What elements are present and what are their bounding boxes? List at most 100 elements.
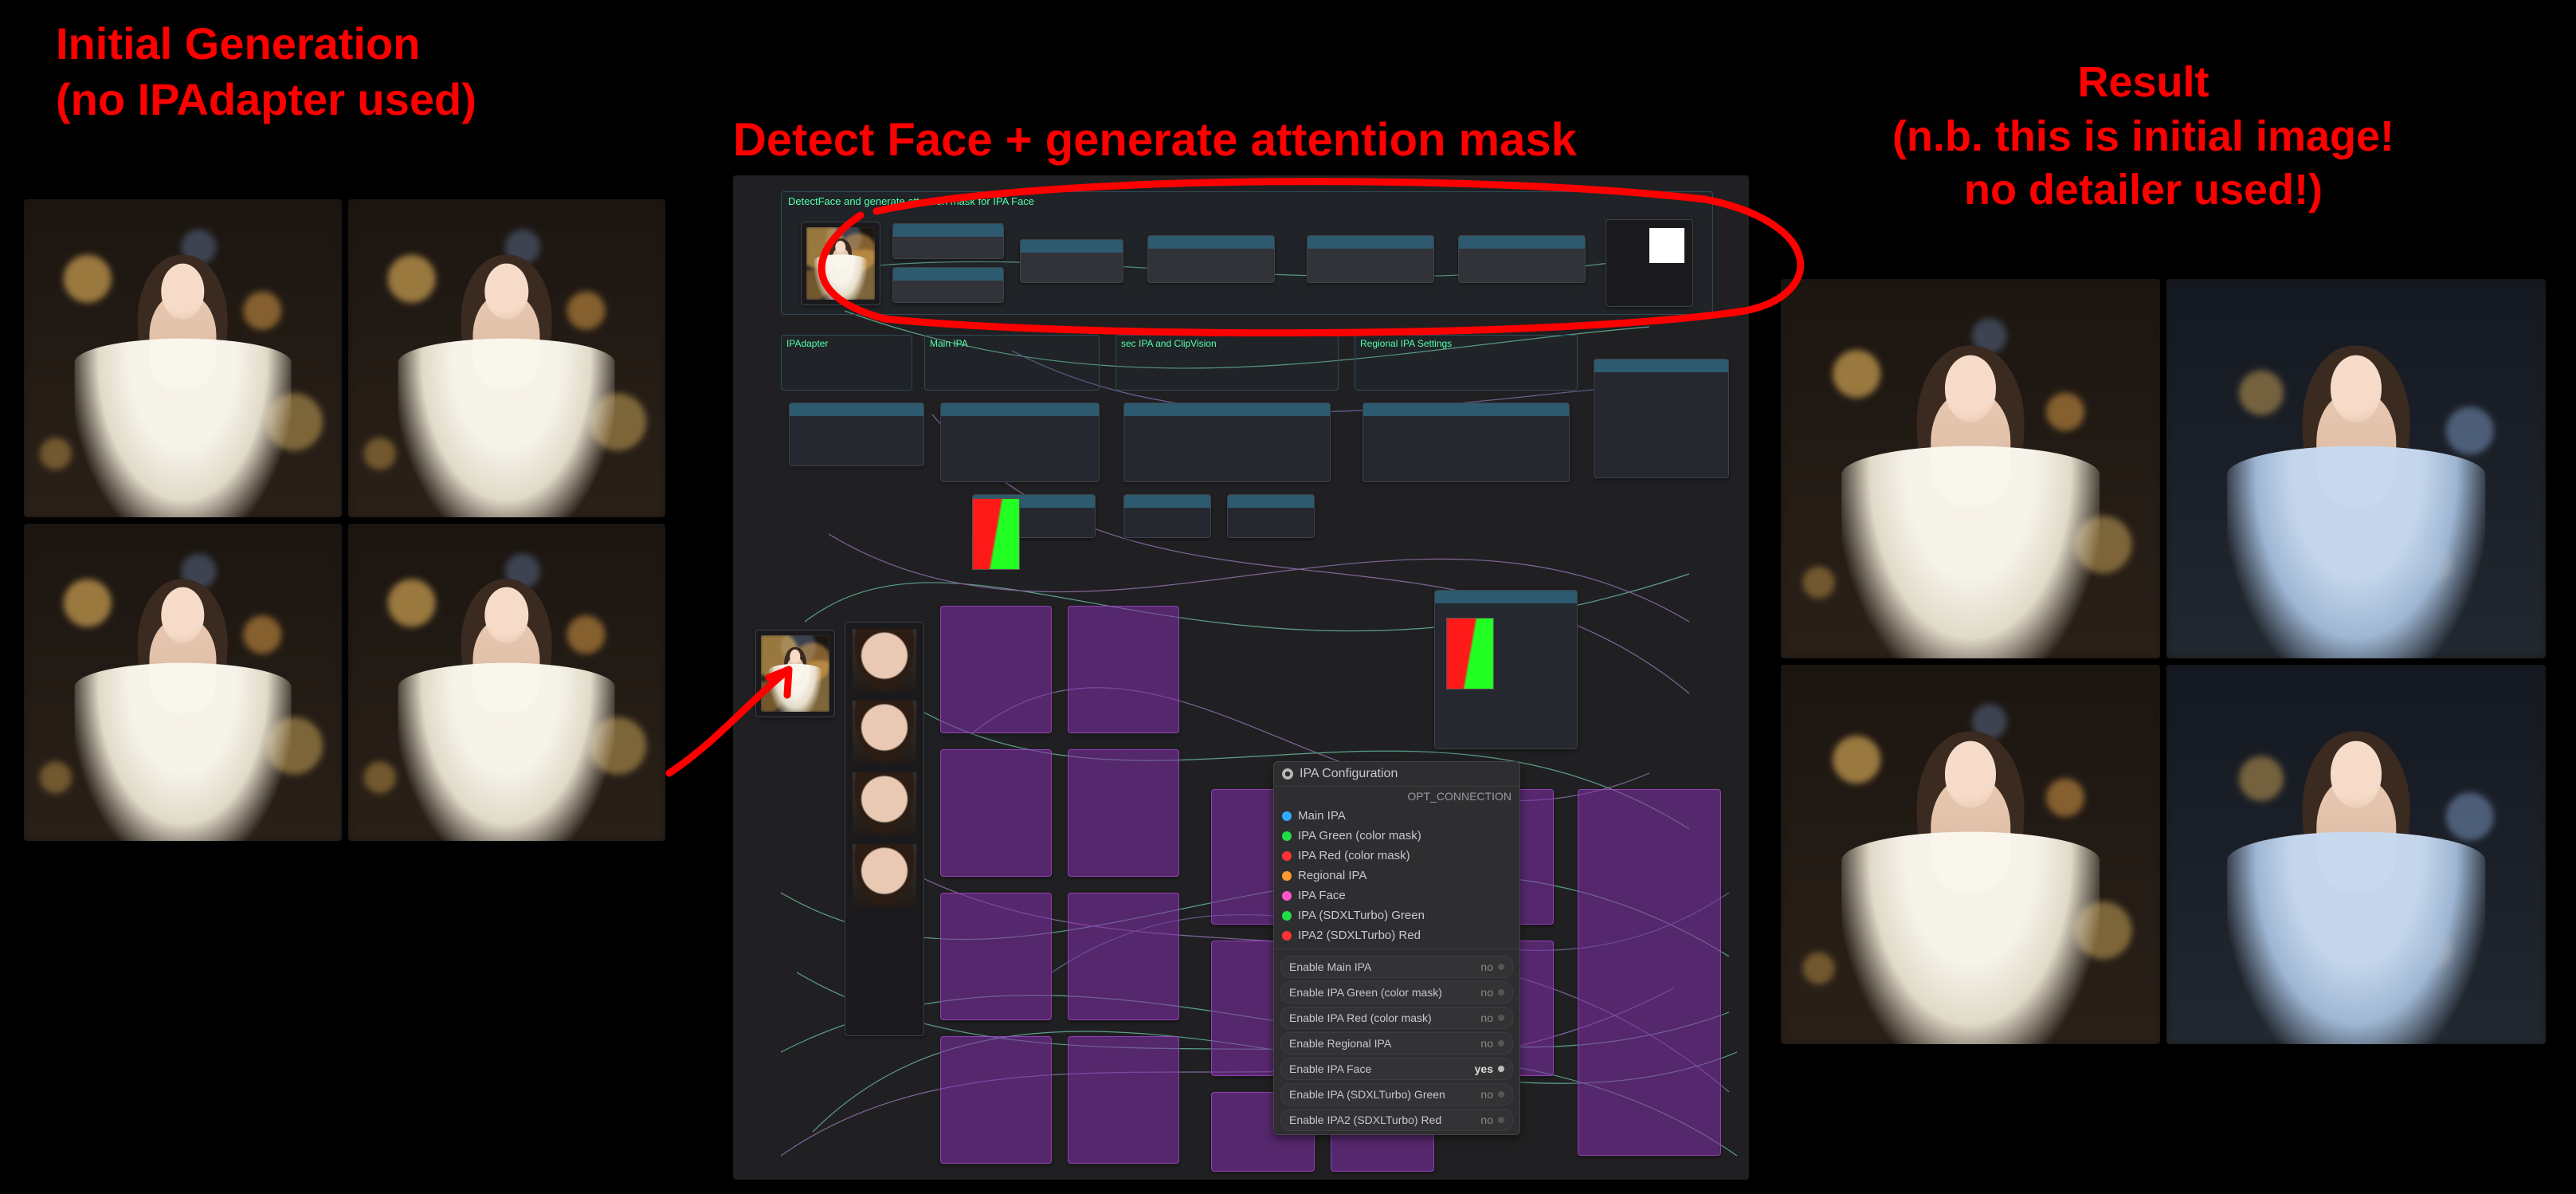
mask-preview-square xyxy=(1649,228,1684,263)
ipa-toggle-indicator xyxy=(1498,1091,1504,1098)
initial-image-1 xyxy=(24,199,342,517)
initial-image-2 xyxy=(348,199,666,517)
ipa-item-color-dot xyxy=(1282,911,1292,921)
node-generic-3[interactable] xyxy=(1020,239,1123,283)
ipa-item-6[interactable]: IPA2 (SDXLTurbo) Red xyxy=(1274,925,1519,945)
node-purple-tall[interactable] xyxy=(1578,789,1721,1156)
node-purple-4[interactable] xyxy=(1068,749,1179,877)
node-mask-preview[interactable] xyxy=(1606,219,1693,307)
result-image-4 xyxy=(2166,665,2546,1044)
group-main-ipa-title: Main IPA xyxy=(930,338,968,349)
ipa-toggle-5[interactable]: Enable IPA (SDXLTurbo) Greenno xyxy=(1280,1083,1513,1106)
group-regional-ipa-title: Regional IPA Settings xyxy=(1360,338,1452,349)
node-row2-4[interactable] xyxy=(1362,403,1570,482)
ipa-item-color-dot xyxy=(1282,851,1292,861)
face-thumb-4[interactable] xyxy=(853,844,916,908)
node-generic-6[interactable] xyxy=(1458,235,1586,283)
node-purple-5[interactable] xyxy=(940,893,1052,1020)
ipa-toggle-value: no xyxy=(1480,986,1493,999)
node-graph-canvas[interactable]: DetectFace and generate attention mask f… xyxy=(733,175,1749,1180)
ipa-item-3[interactable]: Regional IPA xyxy=(1274,866,1519,886)
result-image-3 xyxy=(1781,665,2160,1044)
node-row2-3[interactable] xyxy=(1123,403,1331,482)
result-grid xyxy=(1781,279,2546,1044)
ipa-toggle-0[interactable]: Enable Main IPAno xyxy=(1280,956,1513,978)
group-detect-face-title: DetectFace and generate attention mask f… xyxy=(788,195,1034,207)
ipa-item-color-dot xyxy=(1282,891,1292,901)
node-generic-5[interactable] xyxy=(1307,235,1434,283)
ipa-toggle-indicator xyxy=(1498,1040,1504,1047)
result-image-1 xyxy=(1781,279,2160,658)
group-sec-ipa-title: sec IPA and ClipVision xyxy=(1121,338,1217,349)
face-thumb-1[interactable] xyxy=(853,629,916,693)
ipa-toggle-3[interactable]: Enable Regional IPAno xyxy=(1280,1032,1513,1055)
ipa-toggle-label: Enable IPA Red (color mask) xyxy=(1289,1011,1480,1024)
node-purple-3[interactable] xyxy=(940,749,1052,877)
node-row3-2[interactable] xyxy=(1123,494,1211,538)
node-purple-6[interactable] xyxy=(1068,893,1179,1020)
initial-image-4 xyxy=(348,524,666,842)
ipa-config-title: IPA Configuration xyxy=(1300,767,1398,781)
ipa-toggle-6[interactable]: Enable IPA2 (SDXLTurbo) Redno xyxy=(1280,1109,1513,1131)
face-thumb-3[interactable] xyxy=(853,772,916,836)
ipa-item-4[interactable]: IPA Face xyxy=(1274,886,1519,905)
ipa-item-label: IPA2 (SDXLTurbo) Red xyxy=(1298,929,1421,942)
group-ipadapter[interactable]: IPAdapter xyxy=(781,335,912,391)
initial-image-3 xyxy=(24,524,342,842)
node-copy-thumb[interactable] xyxy=(755,630,835,717)
group-ipadapter-title: IPAdapter xyxy=(786,338,828,349)
node-purple-8[interactable] xyxy=(1068,1036,1179,1164)
ipa-item-color-dot xyxy=(1282,831,1292,841)
ipa-item-5[interactable]: IPA (SDXLTurbo) Green xyxy=(1274,905,1519,925)
ipa-toggle-indicator xyxy=(1498,964,1504,970)
color-mask-preview-2 xyxy=(1446,618,1494,689)
node-load-face[interactable] xyxy=(845,622,924,1036)
ipa-item-1[interactable]: IPA Green (color mask) xyxy=(1274,826,1519,846)
ipa-toggle-label: Enable IPA2 (SDXLTurbo) Red xyxy=(1289,1113,1480,1126)
ipa-item-2[interactable]: IPA Red (color mask) xyxy=(1274,846,1519,866)
ipa-config-opt-connection[interactable]: OPT_CONNECTION xyxy=(1407,790,1511,803)
ipa-item-label: Main IPA xyxy=(1298,809,1346,823)
face-thumb-2[interactable] xyxy=(853,701,916,764)
initial-generation-grid xyxy=(24,199,665,841)
ipa-toggle-label: Enable IPA Green (color mask) xyxy=(1289,986,1480,999)
ipa-item-label: Regional IPA xyxy=(1298,869,1366,882)
ipa-toggle-value: no xyxy=(1480,1037,1493,1050)
group-sec-ipa[interactable]: sec IPA and ClipVision xyxy=(1115,335,1339,391)
ipa-item-0[interactable]: Main IPA xyxy=(1274,806,1519,826)
node-input-image[interactable] xyxy=(801,222,880,305)
node-generic-4[interactable] xyxy=(1147,235,1275,283)
node-purple-7[interactable] xyxy=(940,1036,1052,1164)
ipa-toggle-1[interactable]: Enable IPA Green (color mask)no xyxy=(1280,981,1513,1004)
ipa-toggle-label: Enable IPA Face xyxy=(1289,1062,1475,1075)
node-row2-5[interactable] xyxy=(1594,359,1729,478)
node-generic-2[interactable] xyxy=(892,267,1004,303)
ipa-item-label: IPA (SDXLTurbo) Green xyxy=(1298,909,1425,922)
ipa-toggle-value: no xyxy=(1480,1113,1493,1126)
annotation-detect-face: Detect Face + generate attention mask xyxy=(733,112,1577,170)
group-regional-ipa[interactable]: Regional IPA Settings xyxy=(1355,335,1578,391)
node-generic-1[interactable] xyxy=(892,223,1004,259)
result-image-2 xyxy=(2166,279,2546,658)
node-row2-2[interactable] xyxy=(940,403,1100,482)
ipa-toggle-2[interactable]: Enable IPA Red (color mask)no xyxy=(1280,1007,1513,1029)
ipa-toggle-value: yes xyxy=(1475,1062,1493,1075)
gear-icon xyxy=(1282,768,1293,780)
ipa-toggle-label: Enable IPA (SDXLTurbo) Green xyxy=(1289,1088,1480,1101)
ipa-toggle-indicator xyxy=(1498,1015,1504,1021)
ipa-toggle-label: Enable Main IPA xyxy=(1289,960,1480,973)
node-row3-3[interactable] xyxy=(1227,494,1315,538)
ipa-configuration-panel[interactable]: IPA Configuration OPT_CONNECTION Main IP… xyxy=(1273,761,1520,1135)
node-row2-1[interactable] xyxy=(789,403,924,466)
annotation-initial-generation: Initial Generation (no IPAdapter used) xyxy=(56,16,677,128)
ipa-toggle-label: Enable Regional IPA xyxy=(1289,1037,1480,1050)
group-main-ipa[interactable]: Main IPA xyxy=(924,335,1100,391)
ipa-item-color-dot xyxy=(1282,931,1292,941)
ipa-toggle-4[interactable]: Enable IPA Faceyes xyxy=(1280,1058,1513,1080)
ipa-item-label: IPA Red (color mask) xyxy=(1298,849,1410,862)
node-purple-2[interactable] xyxy=(1068,606,1179,733)
node-purple-1[interactable] xyxy=(940,606,1052,733)
ipa-toggle-value: no xyxy=(1480,960,1493,973)
ipa-toggle-indicator xyxy=(1498,989,1504,996)
ipa-toggle-indicator xyxy=(1498,1066,1504,1072)
